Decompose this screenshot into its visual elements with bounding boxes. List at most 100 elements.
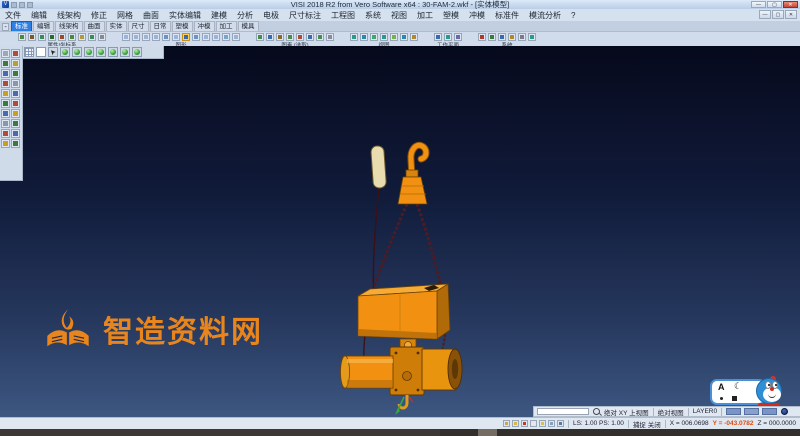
toolbar-tab-3[interactable]: 曲面 <box>83 21 105 31</box>
attributes-2-icon[interactable] <box>38 33 46 41</box>
system-2-icon[interactable] <box>498 33 506 41</box>
menu-item-10[interactable]: 尺寸标注 <box>284 10 326 21</box>
view-ref-label[interactable]: 绝对视图 <box>658 407 684 417</box>
entity-select-5-icon[interactable] <box>306 33 314 41</box>
globe-icon[interactable] <box>781 408 789 415</box>
entity-select-4-icon[interactable] <box>296 33 304 41</box>
view-orient-blank-1-icon[interactable] <box>36 47 46 57</box>
moon-icon[interactable]: ☾ <box>734 381 742 392</box>
status-tool-0-icon[interactable] <box>502 420 510 427</box>
view-orient-sphere-9-icon[interactable] <box>132 47 142 57</box>
view-orient-sphere-6-icon[interactable] <box>96 47 106 57</box>
entity-select-1-icon[interactable] <box>266 33 274 41</box>
menu-item-19[interactable]: ? <box>566 11 580 20</box>
menu-item-5[interactable]: 曲面 <box>138 10 164 21</box>
graphics-8-icon[interactable] <box>202 33 210 41</box>
entity-select-3-icon[interactable] <box>286 33 294 41</box>
attributes-1-icon[interactable] <box>28 33 36 41</box>
layer-button-0[interactable] <box>726 408 742 415</box>
left-tool-17-icon[interactable] <box>11 129 20 138</box>
toolbar-tab-2[interactable]: 线架构 <box>55 21 83 31</box>
maximize-button[interactable]: ▢ <box>767 1 782 8</box>
graphics-10-icon[interactable] <box>222 33 230 41</box>
left-tool-15-icon[interactable] <box>11 119 20 128</box>
taskbar-window-button[interactable] <box>478 429 497 436</box>
menu-item-8[interactable]: 分析 <box>232 10 258 21</box>
ime-keyboard-icon[interactable] <box>732 396 737 401</box>
view-orient-sphere-7-icon[interactable] <box>108 47 118 57</box>
chain-hoist-model[interactable] <box>335 131 465 421</box>
menu-item-11[interactable]: 工程图 <box>326 10 360 21</box>
attributes-4-icon[interactable] <box>58 33 66 41</box>
command-input[interactable] <box>537 408 589 415</box>
status-tool-4-icon[interactable] <box>538 420 546 427</box>
left-tool-11-icon[interactable] <box>11 99 20 108</box>
entity-select-0-icon[interactable] <box>256 33 264 41</box>
toolbar-tab-4[interactable]: 实体 <box>105 21 127 31</box>
left-tool-9-icon[interactable] <box>11 89 20 98</box>
left-tool-2-icon[interactable] <box>1 59 10 68</box>
view-orient-cursor-2-icon[interactable] <box>48 47 58 57</box>
status-tool-6-icon[interactable] <box>556 420 564 427</box>
toolbar-tab-9[interactable]: 加工 <box>215 21 237 31</box>
close-button[interactable]: ✕ <box>783 1 798 8</box>
menu-item-6[interactable]: 实体编辑 <box>164 10 206 21</box>
layer-button-1[interactable] <box>744 408 760 415</box>
child-minimize-button[interactable]: — <box>759 10 771 19</box>
graphics-1-icon[interactable] <box>132 33 140 41</box>
3d-viewport[interactable]: 智造资料网 A ☾ <box>0 46 800 436</box>
view-6-icon[interactable] <box>410 33 418 41</box>
status-tool-1-icon[interactable] <box>511 420 519 427</box>
snap-label[interactable]: 捕捉 关闭 <box>633 419 661 429</box>
menu-item-16[interactable]: 冲模 <box>464 10 490 21</box>
entity-select-2-icon[interactable] <box>276 33 284 41</box>
view-orient-sphere-4-icon[interactable] <box>72 47 82 57</box>
system-4-icon[interactable] <box>518 33 526 41</box>
system-3-icon[interactable] <box>508 33 516 41</box>
graphics-9-icon[interactable] <box>212 33 220 41</box>
toolbar-collapse-button[interactable]: - <box>2 23 9 31</box>
left-tool-7-icon[interactable] <box>11 79 20 88</box>
toolbar-tab-1[interactable]: 编辑 <box>33 21 54 31</box>
graphics-3-icon[interactable] <box>152 33 160 41</box>
menu-item-12[interactable]: 系统 <box>360 10 386 21</box>
toolbar-tab-5[interactable]: 尺寸 <box>127 21 149 31</box>
menu-item-7[interactable]: 建模 <box>206 10 232 21</box>
system-1-icon[interactable] <box>488 33 496 41</box>
menu-item-2[interactable]: 线架构 <box>52 10 86 21</box>
entity-select-7-icon[interactable] <box>326 33 334 41</box>
ime-mode-label[interactable]: A <box>718 382 725 392</box>
minimize-button[interactable]: — <box>751 1 766 8</box>
attributes-5-icon[interactable] <box>68 33 76 41</box>
status-tool-2-icon[interactable] <box>520 420 528 427</box>
system-0-icon[interactable] <box>478 33 486 41</box>
workplane-2-icon[interactable] <box>454 33 462 41</box>
left-tool-0-icon[interactable] <box>1 49 10 58</box>
view-orient-sphere-5-icon[interactable] <box>84 47 94 57</box>
attributes-7-icon[interactable] <box>88 33 96 41</box>
layer-button-2[interactable] <box>762 408 778 415</box>
toolbar-tab-10[interactable]: 模具 <box>237 21 259 31</box>
child-close-button[interactable]: ✕ <box>785 10 797 19</box>
toolbar-tab-0[interactable]: 标准 <box>11 21 32 31</box>
view-orient-sphere-3-icon[interactable] <box>60 47 70 57</box>
menu-item-17[interactable]: 标准件 <box>490 10 524 21</box>
menu-item-0[interactable]: 文件 <box>0 10 26 21</box>
left-tool-6-icon[interactable] <box>1 79 10 88</box>
left-tool-10-icon[interactable] <box>1 99 10 108</box>
left-tool-19-icon[interactable] <box>11 139 20 148</box>
menu-item-4[interactable]: 网格 <box>112 10 138 21</box>
child-restore-button[interactable]: ▢ <box>772 10 784 19</box>
menu-item-13[interactable]: 视图 <box>386 10 412 21</box>
view-4-icon[interactable] <box>390 33 398 41</box>
graphics-6-icon[interactable] <box>182 33 190 41</box>
left-tool-16-icon[interactable] <box>1 129 10 138</box>
left-tool-4-icon[interactable] <box>1 69 10 78</box>
left-tool-12-icon[interactable] <box>1 109 10 118</box>
menu-item-18[interactable]: 模流分析 <box>524 10 566 21</box>
left-tool-18-icon[interactable] <box>1 139 10 148</box>
menu-item-9[interactable]: 电极 <box>258 10 284 21</box>
entity-select-6-icon[interactable] <box>316 33 324 41</box>
status-tool-5-icon[interactable] <box>547 420 555 427</box>
search-icon[interactable] <box>593 408 600 415</box>
